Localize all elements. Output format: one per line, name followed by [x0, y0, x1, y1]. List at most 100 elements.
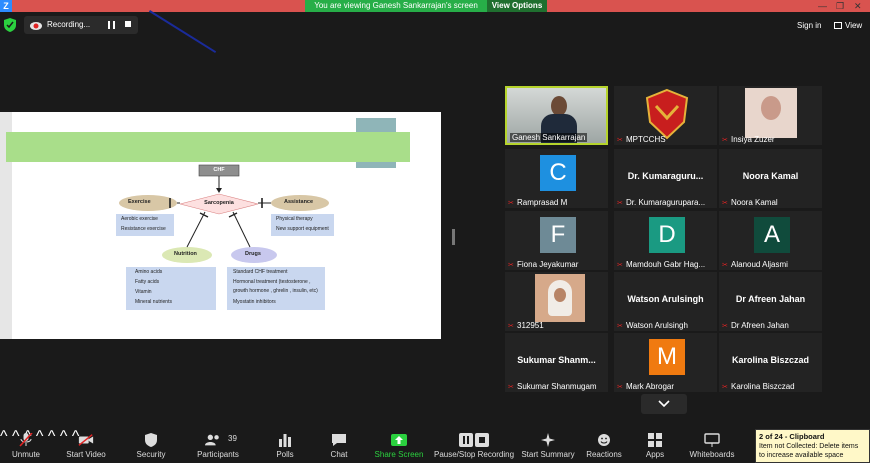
participant-tile[interactable]: C ✂ Ramprasad M: [505, 149, 608, 208]
list-item: Physical therapy: [276, 216, 313, 222]
apps-icon: [648, 433, 662, 447]
participant-display-name: Noora Kamal: [742, 171, 799, 181]
participant-name-label: ✂ Watson Arulsingh: [617, 321, 688, 330]
reactions-label: Reactions: [586, 450, 622, 459]
participant-tile[interactable]: M ✂ Mark Abrogar: [614, 333, 717, 392]
list-item: Aerobic exercise: [121, 216, 158, 222]
zoom-logo-icon: Z: [0, 0, 12, 12]
security-shield-icon[interactable]: [4, 18, 16, 32]
share-screen-button[interactable]: Share Screen: [372, 428, 426, 463]
participants-count: 39: [228, 434, 237, 443]
clipboard-tooltip-line1: Item not Collected: Delete items: [759, 443, 859, 450]
participant-name: Watson Arulsingh: [626, 321, 688, 330]
list-item: growth hormone , ghrelin , insulin, etc): [233, 288, 318, 294]
participant-name-label: ✂ Mamdouh Gabr Hag...: [617, 260, 705, 269]
cloud-recording-icon: [30, 22, 42, 30]
participants-icon: [204, 434, 219, 446]
chat-icon: [332, 434, 346, 446]
list-item: Mineral nutrients: [135, 299, 172, 305]
apps-button[interactable]: Apps: [638, 428, 672, 463]
participant-tile[interactable]: Karolina Biszczad ✂ Karolina Biszczad: [719, 333, 822, 392]
participant-display-name: Watson Arulsingh: [627, 294, 704, 304]
participants-button[interactable]: 39 Participants: [192, 428, 244, 463]
stop-recording-icon[interactable]: [125, 21, 131, 27]
participant-name: Mark Abrogar: [626, 382, 675, 391]
photo-face: [554, 288, 566, 302]
security-label: Security: [136, 450, 166, 459]
pause-stop-recording-button[interactable]: Pause/Stop Recording: [434, 428, 514, 463]
participant-tile[interactable]: ✂ Insiya Zuzer: [719, 86, 822, 145]
view-button[interactable]: View: [834, 21, 862, 30]
participant-tile[interactable]: Watson Arulsingh ✂ Watson Arulsingh: [614, 272, 717, 331]
start-video-button[interactable]: Start Video: [64, 428, 108, 463]
list-item: New support equipment: [276, 226, 329, 232]
share-screen-caret-icon[interactable]: ^: [48, 428, 56, 445]
minimize-icon[interactable]: —: [818, 0, 827, 12]
exercise-node: Exercise: [128, 199, 151, 205]
sign-in-button[interactable]: Sign in: [797, 21, 821, 30]
participant-tile[interactable]: ✂ 312951: [505, 272, 608, 331]
start-summary-label: Start Summary: [521, 450, 575, 459]
view-options-button[interactable]: View Options: [487, 0, 547, 12]
nutrition-node: Nutrition: [174, 251, 197, 257]
muted-mic-icon: ✂: [617, 137, 623, 144]
shield-icon: [145, 433, 157, 447]
video-off-icon: [78, 434, 94, 446]
list-item: Fatty acids: [135, 279, 160, 285]
muted-mic-icon: ✂: [617, 323, 623, 330]
close-icon[interactable]: ✕: [854, 0, 862, 12]
avatar-letter: C: [540, 155, 576, 191]
whiteboard-icon: [704, 433, 720, 447]
participant-name: 312951: [517, 321, 544, 330]
gallery-next-page-button[interactable]: [641, 394, 687, 414]
participant-tile[interactable]: Dr Afreen Jahan ✂ Dr Afreen Jahan: [719, 272, 822, 331]
participant-name-label: ✂ Alanoud Aljasmi: [722, 260, 788, 269]
participant-tile[interactable]: ✂ MPTCCHS: [614, 86, 717, 145]
participant-name-label: ✂ Mark Abrogar: [617, 382, 674, 391]
participant-tile[interactable]: A ✂ Alanoud Aljasmi: [719, 211, 822, 270]
pause-recording-icon[interactable]: [108, 21, 115, 29]
panel-splitter-handle[interactable]: [452, 229, 455, 245]
polls-button[interactable]: Polls: [268, 428, 302, 463]
participant-name: Fiona Jeyakumar: [517, 260, 579, 269]
muted-mic-icon: ✂: [617, 262, 623, 269]
chat-button[interactable]: Chat: [322, 428, 356, 463]
participant-name-label: ✂ Insiya Zuzer: [722, 135, 775, 144]
nutrition-list: Amino acids Fatty acids Vitamin Mineral …: [126, 267, 216, 310]
muted-mic-icon: ✂: [722, 262, 728, 269]
pause-stop-recording-label: Pause/Stop Recording: [434, 450, 515, 459]
participant-tile[interactable]: D ✂ Mamdouh Gabr Hag...: [614, 211, 717, 270]
assistance-node: Assistance: [284, 199, 314, 205]
list-item: Standard CHF treatment: [233, 269, 288, 275]
drugs-node: Drugs: [245, 251, 261, 257]
muted-mic-icon: ✂: [722, 323, 728, 330]
sparkle-icon: [541, 433, 555, 447]
participant-tile[interactable]: Noora Kamal ✂ Noora Kamal: [719, 149, 822, 208]
share-banner: You are viewing Ganesh Sankarrajan's scr…: [305, 0, 487, 12]
participant-tile[interactable]: Sukumar Shanm... ✂ Sukumar Shanmugam: [505, 333, 608, 392]
avatar-letter: M: [649, 339, 685, 375]
participant-display-name: Sukumar Shanm...: [517, 355, 596, 365]
participant-tile[interactable]: F ✂ Fiona Jeyakumar: [505, 211, 608, 270]
sarcopenia-node: Sarcopenia: [204, 200, 234, 206]
clipboard-tooltip-line2: to increase available space: [759, 452, 844, 459]
avatar-letter: D: [649, 217, 685, 253]
unmute-button[interactable]: Unmute: [6, 428, 46, 463]
reactions-button[interactable]: Reactions: [584, 428, 624, 463]
start-summary-button[interactable]: Start Summary: [520, 428, 576, 463]
person-head: [551, 96, 567, 116]
mptcchs-logo-icon: [645, 88, 689, 140]
muted-mic-icon: ✂: [722, 200, 728, 207]
restore-icon[interactable]: ❐: [836, 0, 844, 12]
participant-tile[interactable]: Dr. Kumaraguru... ✂ Dr. Kumaragurupara...: [614, 149, 717, 208]
grid-icon: [834, 22, 842, 29]
share-screen-icon: [391, 434, 407, 446]
participant-tile[interactable]: Ganesh Sankarrajan: [505, 86, 608, 145]
participant-display-name: Dr Afreen Jahan: [735, 294, 806, 304]
participant-display-name: Dr. Kumaraguru...: [627, 171, 704, 181]
participant-name: Alanoud Aljasmi: [731, 260, 788, 269]
security-button[interactable]: Security: [132, 428, 170, 463]
apps-label: Apps: [645, 450, 665, 459]
whiteboards-button[interactable]: Whiteboards: [688, 428, 736, 463]
participant-name: Insiya Zuzer: [731, 135, 775, 144]
